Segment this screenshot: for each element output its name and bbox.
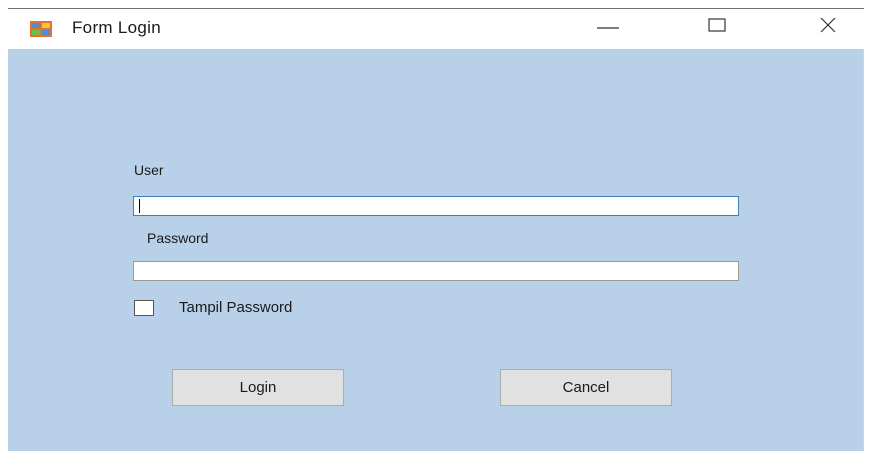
cancel-button[interactable]: Cancel (500, 369, 672, 406)
text-caret (139, 199, 140, 213)
close-button[interactable] (798, 9, 858, 45)
title-bar[interactable]: Form Login (8, 9, 864, 49)
login-button[interactable]: Login (172, 369, 344, 406)
maximize-icon (708, 17, 726, 38)
user-label: User (134, 162, 164, 178)
minimize-icon (597, 18, 619, 37)
window-border (863, 49, 864, 451)
window-title: Form Login (72, 18, 161, 37)
maximize-button[interactable] (687, 9, 747, 45)
password-input[interactable] (133, 261, 739, 281)
show-password-checkbox[interactable] (134, 300, 154, 316)
close-icon (819, 17, 837, 38)
app-form-icon (30, 21, 52, 37)
form-client-area: User Password Tampil Password Login Canc… (8, 49, 864, 451)
minimize-button[interactable] (578, 9, 638, 45)
user-input[interactable] (133, 196, 739, 216)
password-label: Password (147, 230, 209, 246)
show-password-label[interactable]: Tampil Password (179, 299, 292, 316)
login-window: Form Login User Password Tampil Password… (8, 8, 864, 451)
